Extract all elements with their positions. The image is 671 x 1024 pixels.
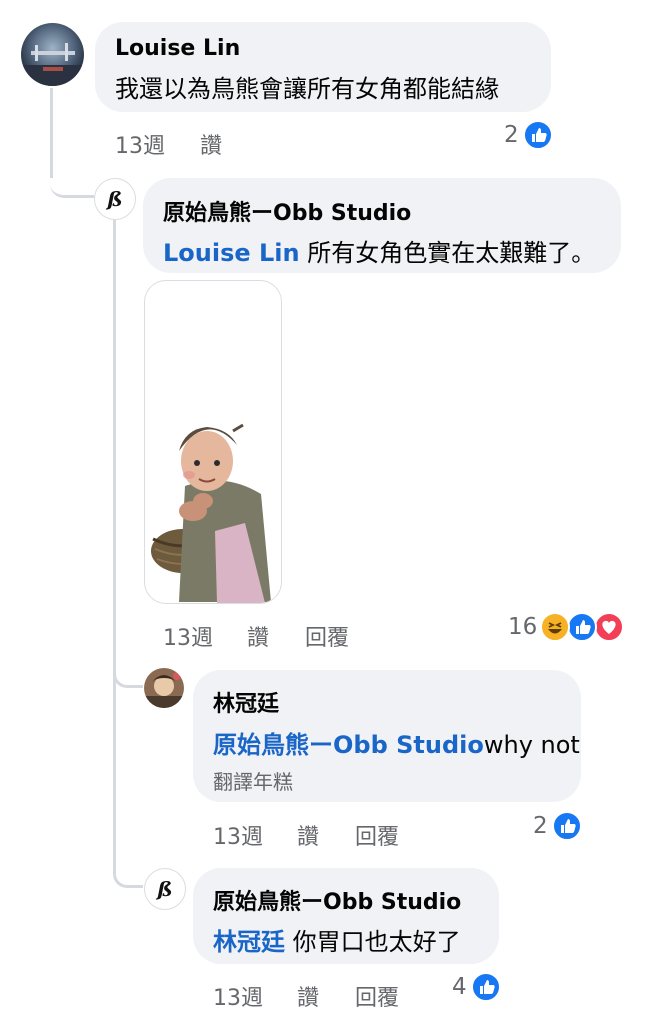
comment-text: 林冠廷 你胃口也太好了 <box>213 922 461 957</box>
mention-link[interactable]: Louise Lin <box>163 239 300 267</box>
comment-author[interactable]: 原始鳥熊ーObb Studio <box>213 884 461 916</box>
comment-author[interactable]: 原始鳥熊ーObb Studio <box>163 195 411 227</box>
like-button[interactable]: 讚 <box>297 980 319 1012</box>
like-reaction-icon <box>523 120 553 150</box>
comment-text: Louise Lin 所有女角色實在太艱難了。 <box>163 233 595 268</box>
translate-link[interactable]: 翻譯年糕 <box>213 766 293 795</box>
mention-link[interactable]: 林冠廷 <box>213 928 285 956</box>
comment-author[interactable]: 林冠廷 <box>213 686 279 718</box>
svg-text:ß: ß <box>105 187 122 211</box>
sticker-old-woman-image <box>151 423 271 603</box>
reaction-count[interactable]: 4 <box>452 974 467 1000</box>
reaction-count[interactable]: 16 <box>508 614 537 640</box>
reply-button[interactable]: 回覆 <box>305 620 349 652</box>
reaction-count[interactable]: 2 <box>533 813 548 839</box>
reaction-count[interactable]: 2 <box>504 122 519 148</box>
mention-link[interactable]: 原始鳥熊ーObb Studio <box>213 731 484 759</box>
comment-author[interactable]: Louise Lin <box>115 36 240 61</box>
thread-elbow-reply-2 <box>113 660 143 688</box>
like-button[interactable]: 讚 <box>247 620 269 652</box>
thread-elbow-reply-1 <box>50 160 94 198</box>
comment-time[interactable]: 13週 <box>163 620 213 652</box>
avatar-lin-guan-ting[interactable] <box>144 668 184 708</box>
comment-text: 我還以為鳥熊會讓所有女角都能結緣 <box>115 75 499 103</box>
haha-reaction-icon <box>540 612 570 642</box>
svg-text:ß: ß <box>155 877 172 901</box>
like-button[interactable]: 讚 <box>297 819 319 851</box>
avatar-louise-lin[interactable] <box>21 23 84 86</box>
like-reaction-icon <box>567 612 597 642</box>
comment-text-body: 所有女角色實在太艱難了。 <box>299 239 596 267</box>
comment-time[interactable]: 13週 <box>213 980 263 1012</box>
comment-text-body: why not <box>483 731 580 759</box>
like-button[interactable]: 讚 <box>200 128 222 160</box>
reply-button[interactable]: 回覆 <box>355 819 399 851</box>
like-reaction-icon <box>471 972 501 1002</box>
comment-time[interactable]: 13週 <box>115 128 165 160</box>
like-reaction-icon <box>552 811 582 841</box>
comment-text: 原始鳥熊ーObb Studiowhy not <box>213 725 580 760</box>
sticker-attachment[interactable] <box>144 280 282 604</box>
love-reaction-icon <box>594 612 624 642</box>
avatar-obb-studio[interactable]: ß <box>94 178 136 220</box>
comment-text-body: 你胃口也太好了 <box>285 928 461 956</box>
reply-button[interactable]: 回覆 <box>355 980 399 1012</box>
comment-time[interactable]: 13週 <box>213 819 263 851</box>
thread-line-nested <box>113 216 116 864</box>
avatar-obb-studio[interactable]: ß <box>144 868 186 910</box>
thread-elbow-reply-3 <box>113 858 143 888</box>
